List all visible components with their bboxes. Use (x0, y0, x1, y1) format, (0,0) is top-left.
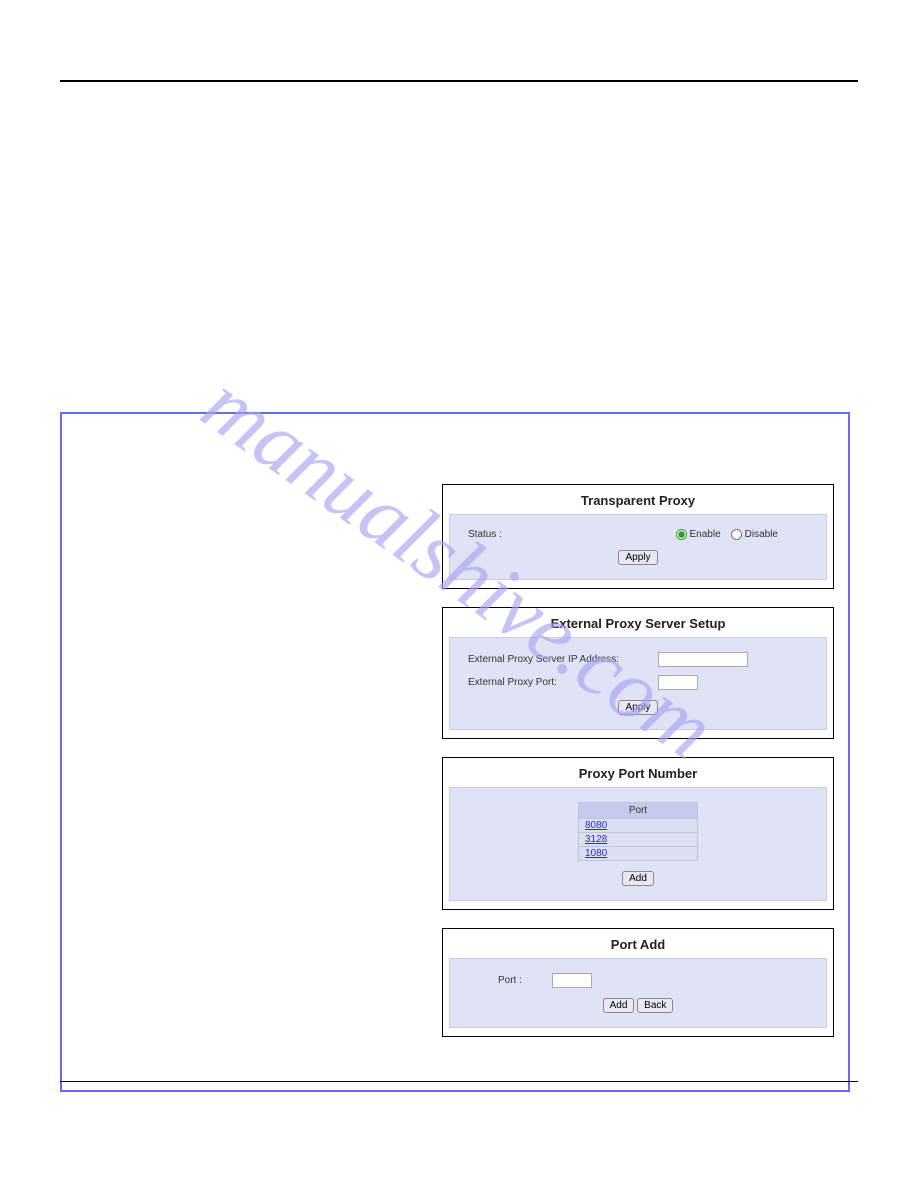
screenshot-frame: Transparent Proxy Status : Enable Disabl… (60, 412, 850, 1092)
add-button[interactable]: Add (622, 871, 654, 886)
panel-title: Transparent Proxy (449, 491, 827, 514)
port-link[interactable]: 1080 (585, 848, 607, 859)
panel-body: Port : Add Back (449, 958, 827, 1028)
panel-title: External Proxy Server Setup (449, 614, 827, 637)
port-field[interactable] (552, 973, 592, 988)
port-label: Port : (498, 975, 522, 986)
table-row: 1080 (579, 847, 698, 861)
apply-button[interactable]: Apply (618, 700, 657, 715)
port-table: Port 8080 3128 1080 (578, 802, 698, 861)
panel-title: Port Add (449, 935, 827, 958)
external-ip-label: External Proxy Server IP Address: (468, 654, 658, 665)
radio-disable-label: Disable (745, 529, 778, 540)
bottom-rule (60, 1081, 858, 1082)
radio-enable-label: Enable (690, 529, 721, 540)
panel-title: Proxy Port Number (449, 764, 827, 787)
panel-body: Port 8080 3128 1080 Add (449, 787, 827, 901)
apply-button[interactable]: Apply (618, 550, 657, 565)
panel-body: External Proxy Server IP Address: Extern… (449, 637, 827, 730)
radio-disable[interactable] (731, 529, 742, 540)
table-row: 3128 (579, 833, 698, 847)
panel-body: Status : Enable Disable (449, 514, 827, 580)
port-link[interactable]: 3128 (585, 834, 607, 845)
radio-enable[interactable] (676, 529, 687, 540)
back-button[interactable]: Back (637, 998, 673, 1013)
panel-port-add: Port Add Port : Add Back (442, 928, 834, 1037)
status-radio-group: Enable Disable (676, 529, 779, 540)
add-button[interactable]: Add (603, 998, 635, 1013)
port-header: Port (579, 803, 698, 819)
panel-proxy-port-number: Proxy Port Number Port 8080 3128 1080 (442, 757, 834, 910)
table-row: 8080 (579, 819, 698, 833)
status-label: Status : (468, 529, 502, 540)
external-ip-field[interactable] (658, 652, 748, 667)
port-link[interactable]: 8080 (585, 820, 607, 831)
panel-external-proxy: External Proxy Server Setup External Pro… (442, 607, 834, 739)
external-port-label: External Proxy Port: (468, 677, 658, 688)
top-rule (60, 80, 858, 82)
panel-transparent-proxy: Transparent Proxy Status : Enable Disabl… (442, 484, 834, 589)
external-port-field[interactable] (658, 675, 698, 690)
document-page: manualshive.com Transparent Proxy Status… (0, 0, 918, 1132)
